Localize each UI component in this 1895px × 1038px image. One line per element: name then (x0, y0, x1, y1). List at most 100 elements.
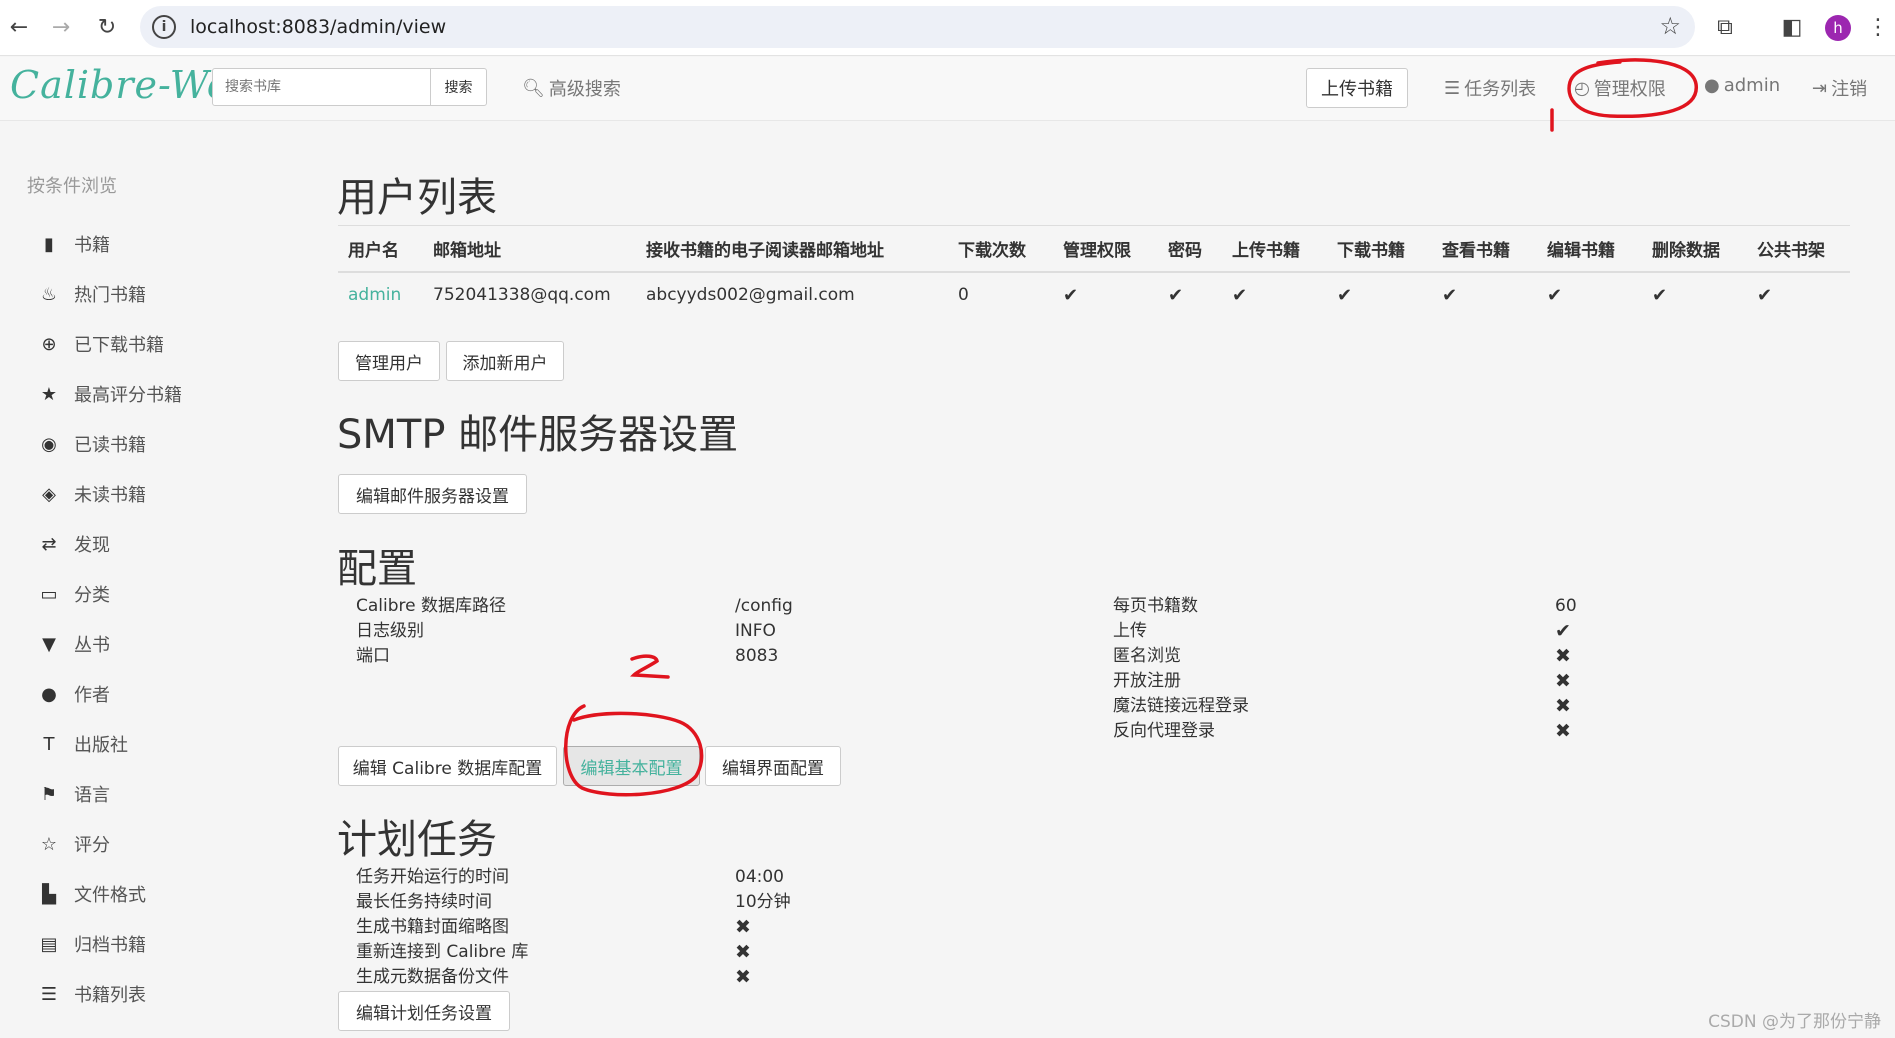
sidebar-item-label: 出版社 (74, 735, 128, 756)
sidebar-item[interactable]: T 出版社 (38, 729, 129, 759)
logout-link[interactable]: ⇥ 注销 (1812, 75, 1867, 101)
search-input[interactable] (212, 68, 431, 106)
app-navbar: Calibre-Web 搜索 🔍︎ 高级搜索 上传书籍 ☰ 任务列表 ◴ 管理权… (0, 57, 1895, 121)
email-cell: 752041338@qq.com (433, 285, 611, 305)
setting-label: 生成书籍封面缩略图 (356, 917, 509, 937)
tasks-link[interactable]: ☰ 任务列表 (1444, 75, 1536, 101)
side-panel-icon[interactable]: ◧ (1775, 10, 1809, 44)
sidebar-item[interactable]: ▭ 分类 (38, 579, 110, 609)
list-icon: ☰ (40, 983, 58, 1005)
back-arrow-icon[interactable]: ← (2, 10, 36, 44)
column-header: 查看书籍 (1432, 225, 1537, 273)
setting-value: INFO (735, 621, 776, 641)
extensions-icon[interactable]: ⧉ (1708, 10, 1742, 44)
profile-avatar[interactable]: h (1825, 15, 1851, 41)
column-header: 密码 (1158, 225, 1222, 273)
check-icon: ✔ (1442, 284, 1458, 306)
sidebar-item[interactable]: ⇄ 发现 (38, 529, 110, 559)
table-row: admin 752041338@qq.com abcyyds002@gmail.co… (338, 272, 1850, 318)
menu-kebab-icon[interactable]: ⋮ (1866, 10, 1890, 44)
cross-icon: ✖ (1555, 670, 1571, 692)
check-icon: ✔ (1547, 284, 1563, 306)
user-icon: ● (1704, 75, 1720, 96)
search-button[interactable]: 搜索 (430, 68, 487, 106)
sidebar-item[interactable]: ♨ 热门书籍 (38, 279, 146, 309)
sidebar-item-label: 语言 (74, 785, 110, 806)
forward-arrow-icon[interactable]: → (44, 10, 78, 44)
sidebar-item-label: 热门书籍 (74, 285, 146, 306)
check-icon: ✔ (1555, 620, 1571, 642)
book-icon: ▮ (44, 233, 54, 255)
bookmark-star-icon[interactable]: ☆ (1659, 12, 1681, 40)
advanced-search-link[interactable]: 🔍︎ 高级搜索 (522, 75, 621, 101)
sidebar-item[interactable]: ★ 最高评分书籍 (38, 379, 182, 409)
cross-icon: ✖ (735, 916, 751, 938)
setting-label: 反向代理登录 (1113, 721, 1215, 741)
edit-calibre-db-button[interactable]: 编辑 Calibre 数据库配置 (338, 746, 557, 786)
sidebar-item-label: 丛书 (74, 635, 110, 656)
sidebar-item[interactable]: ◈ 未读书籍 (38, 479, 146, 509)
sidebar-item[interactable]: ● 作者 (38, 679, 110, 709)
sidebar-item[interactable]: ▮ 书籍 (38, 229, 110, 259)
site-info-icon[interactable]: i (152, 15, 176, 39)
sidebar-item[interactable]: ▤ 归档书籍 (38, 929, 146, 959)
sidebar-item[interactable]: ☰ 书籍列表 (38, 979, 146, 1009)
user-label: admin (1723, 75, 1781, 96)
url-text[interactable]: localhost:8083/admin/view (190, 16, 446, 38)
admin-panel-link[interactable]: ◴ 管理权限 (1574, 75, 1666, 101)
kindle-email-cell: abcyyds002@gmail.com (646, 285, 855, 305)
browser-toolbar: ← → ↻ i localhost:8083/admin/view ☆ ⧉ ◧ … (0, 0, 1895, 56)
users-table: 用户名 邮箱地址 接收书籍的电子阅读器邮箱地址 下载次数 管理权限 密码 上传书籍 下载书籍查… (338, 225, 1850, 318)
setting-label: 最长任务持续时间 (356, 892, 492, 912)
table-header-row: 用户名 邮箱地址 接收书籍的电子阅读器邮箱地址 下载次数 管理权限 密码 上传书籍 下载书籍查… (338, 225, 1850, 273)
sidebar-item-label: 发现 (74, 535, 110, 556)
reload-icon[interactable]: ↻ (90, 10, 124, 44)
column-header: 管理权限 (1053, 225, 1158, 273)
sidebar-item[interactable]: ⚑ 语言 (38, 779, 110, 809)
setting-value: 04:00 (735, 867, 784, 887)
column-header: 邮箱地址 (423, 225, 636, 273)
edit-basic-config-button[interactable]: 编辑基本配置 (563, 746, 700, 786)
column-header: 上传书籍 (1222, 225, 1327, 273)
sidebar-heading: 按条件浏览 (27, 176, 117, 197)
column-header: 用户名 (338, 225, 423, 273)
smtp-title: SMTP 邮件服务器设置 (337, 412, 739, 458)
watermark: CSDN @为了那份宁静 (1708, 1012, 1881, 1032)
tasks-icon: ☰ (1444, 77, 1461, 99)
sidebar-item[interactable]: ▼ 丛书 (38, 629, 110, 659)
check-icon: ✔ (1168, 284, 1184, 306)
user-profile-link[interactable]: ● admin (1704, 75, 1780, 96)
search-icon: 🔍︎ (522, 77, 545, 99)
cross-icon: ✖ (735, 941, 751, 963)
sidebar-item-label: 归档书籍 (74, 935, 146, 956)
manage-users-button[interactable]: 管理用户 (338, 341, 440, 381)
sidebar-item[interactable]: ☆ 评分 (38, 829, 110, 859)
setting-label: 魔法链接远程登录 (1113, 696, 1249, 716)
sidebar-item-label: 作者 (74, 685, 110, 706)
cross-icon: ✖ (1555, 720, 1571, 742)
upload-button[interactable]: 上传书籍 (1306, 68, 1408, 108)
setting-label: 每页书籍数 (1113, 596, 1198, 616)
logout-label: 注销 (1831, 79, 1868, 100)
downloads-cell: 0 (958, 285, 969, 305)
bookmark-icon: ▼ (42, 633, 56, 655)
edit-smtp-button[interactable]: 编辑邮件服务器设置 (338, 474, 527, 514)
add-user-button[interactable]: 添加新用户 (446, 341, 564, 381)
sidebar-item-label: 分类 (74, 585, 110, 606)
config-title: 配置 (337, 546, 417, 592)
star-empty-icon: ☆ (40, 833, 58, 855)
tasks-label: 任务列表 (1464, 79, 1537, 100)
dashboard-icon: ◴ (1574, 77, 1590, 99)
check-icon: ✔ (1063, 284, 1079, 306)
check-icon: ✔ (1652, 284, 1668, 306)
edit-schedule-button[interactable]: 编辑计划任务设置 (338, 991, 510, 1031)
sidebar-item[interactable]: ▙ 文件格式 (38, 879, 146, 909)
user-icon: ● (41, 683, 57, 705)
check-icon: ✔ (1757, 284, 1773, 306)
setting-label: 匿名浏览 (1113, 646, 1181, 666)
sidebar-item[interactable]: ◉ 已读书籍 (38, 429, 146, 459)
user-link[interactable]: admin (338, 272, 423, 318)
sidebar-item[interactable]: ⊕ 已下载书籍 (38, 329, 164, 359)
address-bar[interactable]: i localhost:8083/admin/view ☆ (140, 6, 1695, 48)
edit-ui-config-button[interactable]: 编辑界面配置 (705, 746, 841, 786)
